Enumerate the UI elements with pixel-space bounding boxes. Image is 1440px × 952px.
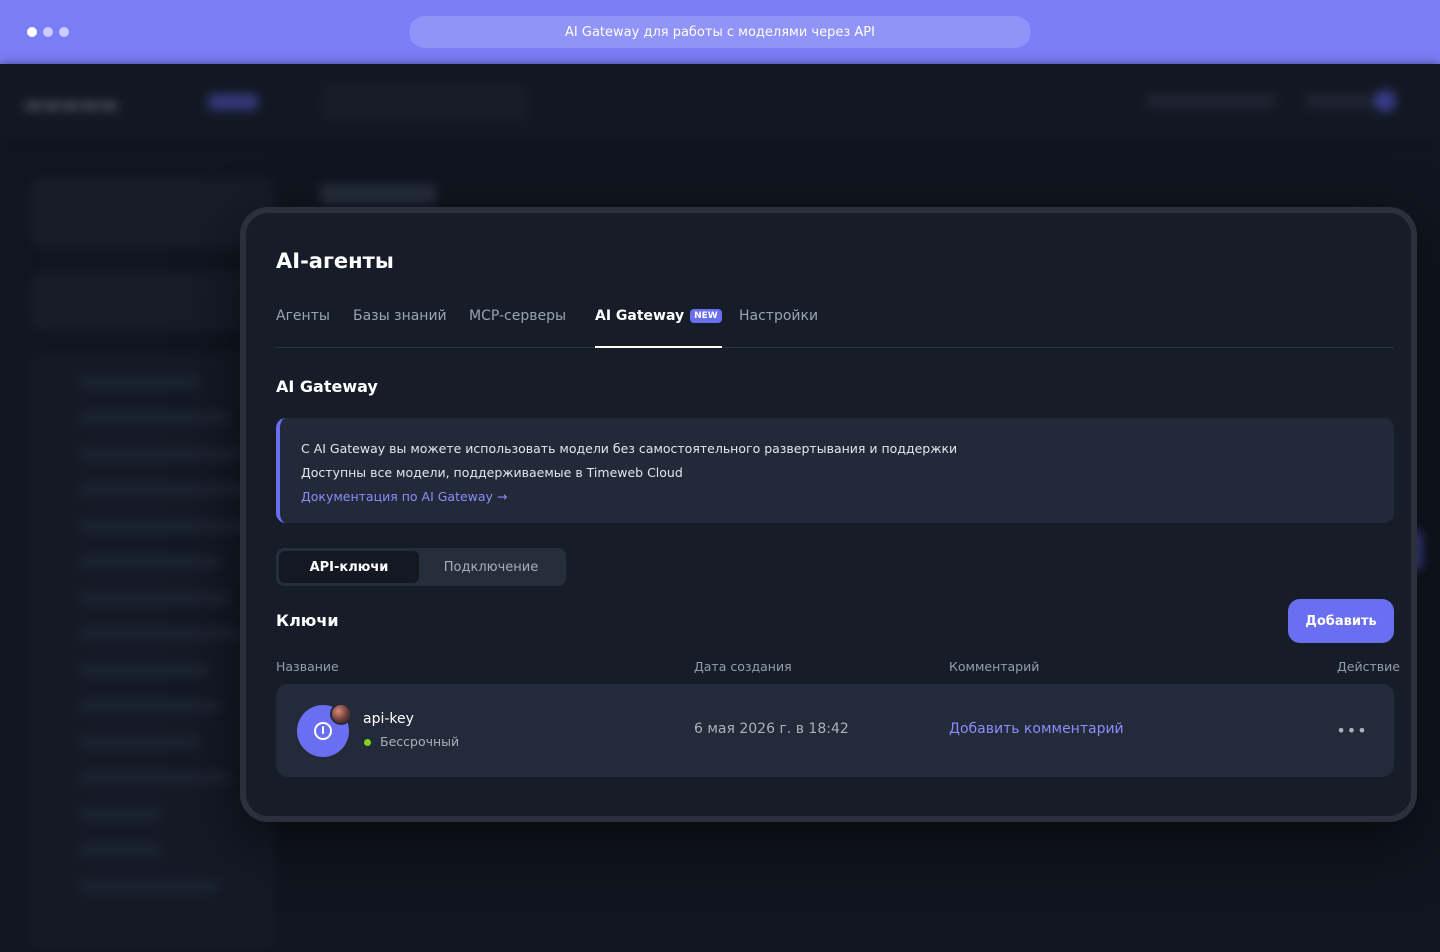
column-header-comment: Комментарий — [949, 659, 1040, 674]
window-controls — [27, 27, 69, 37]
more-horizontal-icon[interactable]: ••• — [1336, 718, 1366, 742]
background-line — [80, 412, 230, 424]
user-avatar — [330, 703, 352, 725]
window-dot[interactable] — [59, 27, 69, 37]
background-line — [80, 700, 220, 712]
documentation-link[interactable]: Документация по AI Gateway → — [301, 485, 1394, 509]
background-line — [80, 376, 200, 388]
background-line — [80, 448, 240, 460]
column-header-name: Название — [276, 659, 339, 674]
window-dot[interactable] — [27, 27, 37, 37]
info-callout: С AI Gateway вы можете использовать моде… — [276, 418, 1394, 523]
background-line — [80, 520, 260, 532]
background-support — [1146, 94, 1276, 108]
background-sidebar-card — [28, 270, 276, 332]
key-created-date: 6 мая 2026 г. в 18:42 — [694, 721, 849, 737]
page-title: AI-агенты — [276, 249, 394, 273]
background-line — [80, 592, 230, 604]
background-page-title — [320, 184, 436, 204]
background-line — [80, 628, 240, 640]
address-bar[interactable]: AI Gateway для работы с моделями через A… — [409, 16, 1031, 48]
tab-mcp-servers[interactable]: MCP-серверы — [469, 308, 566, 324]
background-line — [80, 808, 160, 820]
tab-bar: Агенты Базы знаний MCP-серверы AI Gatewa… — [276, 303, 1394, 348]
tab-settings[interactable]: Настройки — [739, 308, 818, 324]
background-line — [80, 556, 220, 568]
add-key-button[interactable]: Добавить — [1288, 599, 1394, 643]
keys-title: Ключи — [276, 611, 339, 630]
tab-agents[interactable]: Агенты — [276, 308, 330, 324]
background-line — [80, 880, 220, 892]
tab-knowledge-bases[interactable]: Базы знаний — [353, 308, 447, 324]
background-badge — [208, 94, 258, 110]
background-line — [80, 736, 200, 748]
info-line: Доступны все модели, поддерживаемые в Ti… — [301, 465, 683, 480]
section-title: AI Gateway — [276, 377, 378, 396]
segmented-control: API-ключи Подключение — [276, 548, 566, 586]
background-sidebar-card — [28, 176, 276, 250]
segment-connection[interactable]: Подключение — [419, 551, 563, 583]
info-line: С AI Gateway вы можете использовать моде… — [301, 441, 958, 456]
key-lock-icon — [314, 722, 332, 740]
background-account — [1305, 94, 1375, 108]
background-search — [322, 84, 528, 120]
tab-ai-gateway-label: AI Gateway — [595, 308, 685, 324]
key-name: api-key — [363, 711, 414, 727]
background-line — [80, 484, 250, 496]
table-row: api-key Бессрочный 6 мая 2026 г. в 18:42… — [276, 684, 1394, 777]
background-header: ▬▬▬▬▬ — [0, 64, 1440, 140]
ai-agents-panel: AI-агенты Агенты Базы знаний MCP-серверы… — [240, 207, 1417, 822]
add-comment-link[interactable]: Добавить комментарий — [949, 721, 1124, 737]
key-status: Бессрочный — [380, 734, 460, 749]
tab-ai-gateway[interactable]: AI Gateway NEW — [595, 308, 722, 348]
background-logo: ▬▬▬▬▬ — [24, 92, 119, 116]
status-dot-icon — [364, 739, 371, 746]
background-avatar — [1374, 90, 1396, 112]
background-line — [80, 664, 210, 676]
segment-api-keys[interactable]: API-ключи — [279, 551, 419, 583]
window-dot[interactable] — [43, 27, 53, 37]
background-sidebar — [28, 352, 276, 952]
column-header-action: Действие — [1337, 659, 1400, 674]
column-header-created: Дата создания — [694, 659, 792, 674]
background-line — [80, 772, 230, 784]
background-line — [80, 844, 160, 856]
new-badge: NEW — [690, 309, 722, 323]
browser-topbar: AI Gateway для работы с моделями через A… — [0, 0, 1440, 64]
